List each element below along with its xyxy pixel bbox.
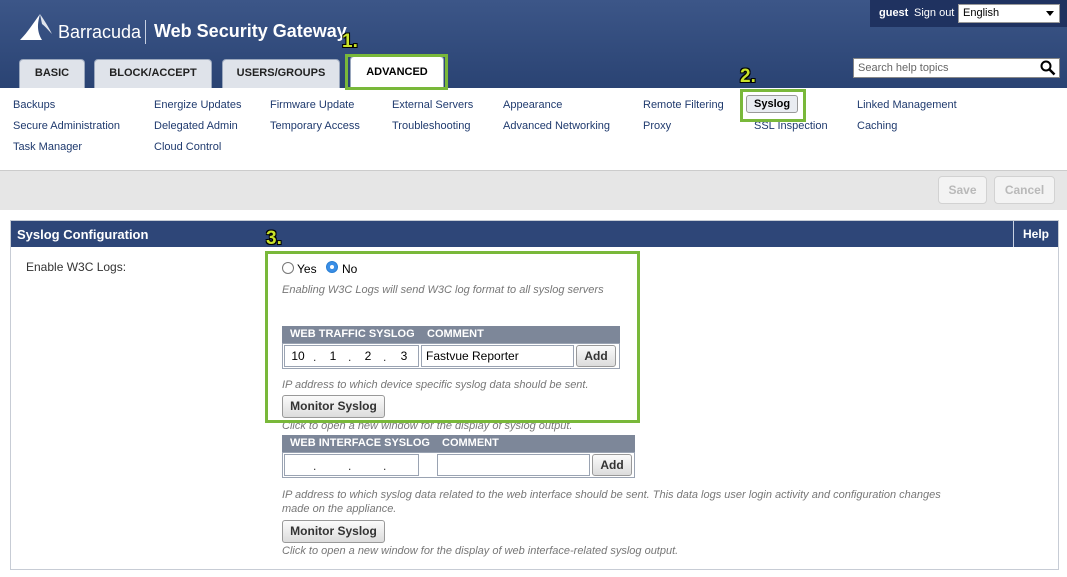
annotation-box-3 bbox=[265, 251, 640, 423]
interface-syslog-header: WEB INTERFACE SYSLOG COMMENT bbox=[282, 435, 635, 452]
ip-dot: . bbox=[313, 459, 317, 473]
nav-delegated-admin[interactable]: Delegated Admin bbox=[154, 120, 238, 132]
nav-proxy[interactable]: Proxy bbox=[643, 120, 671, 132]
panel-title: Syslog Configuration bbox=[17, 227, 149, 242]
help-divider bbox=[1013, 221, 1014, 247]
nav-cloud-control[interactable]: Cloud Control bbox=[154, 141, 221, 153]
tab-block-accept[interactable]: BLOCK/ACCEPT bbox=[94, 59, 212, 88]
brand-divider bbox=[145, 20, 146, 44]
search-icon[interactable] bbox=[1040, 60, 1056, 76]
nav-remote-filtering[interactable]: Remote Filtering bbox=[643, 99, 724, 111]
interface-ip-input[interactable]: . . . bbox=[284, 454, 419, 476]
annotation-number-2: 2. bbox=[740, 66, 756, 87]
nav-appearance[interactable]: Appearance bbox=[503, 99, 562, 111]
interface-ip-column: WEB INTERFACE SYSLOG bbox=[290, 437, 430, 449]
annotation-number-3: 3. bbox=[266, 228, 282, 249]
tab-basic[interactable]: BASIC bbox=[19, 59, 85, 88]
tab-users-groups[interactable]: USERS/GROUPS bbox=[222, 59, 340, 88]
help-link[interactable]: Help bbox=[1023, 227, 1049, 241]
user-bar: guest Sign out English bbox=[870, 0, 1067, 27]
nav-backups[interactable]: Backups bbox=[13, 99, 55, 111]
help-search-input[interactable]: Search help topics bbox=[853, 58, 1060, 78]
chevron-down-icon bbox=[1046, 11, 1054, 16]
tab-label: USERS/GROUPS bbox=[236, 67, 326, 79]
save-button[interactable]: Save bbox=[938, 176, 987, 204]
product-name: Web Security Gateway bbox=[154, 21, 347, 41]
panel-header: Syslog Configuration Help bbox=[11, 221, 1058, 247]
signout-link[interactable]: Sign out bbox=[914, 7, 954, 19]
enable-w3c-label: Enable W3C Logs: bbox=[26, 260, 127, 274]
tab-label: BASIC bbox=[34, 67, 70, 79]
nav-linked-management[interactable]: Linked Management bbox=[857, 99, 957, 111]
action-bar: Save Cancel bbox=[0, 170, 1067, 210]
monitor-interface-syslog-button[interactable]: Monitor Syslog bbox=[282, 520, 385, 543]
ip-dot: . bbox=[383, 459, 387, 473]
interface-add-button[interactable]: Add bbox=[592, 454, 632, 476]
barracuda-logo-icon bbox=[20, 14, 52, 40]
interface-comment-input[interactable] bbox=[437, 454, 590, 476]
ip-dot: . bbox=[348, 459, 352, 473]
user-name: guest bbox=[879, 7, 909, 19]
nav-firmware-update[interactable]: Firmware Update bbox=[270, 99, 354, 111]
tab-label: BLOCK/ACCEPT bbox=[109, 67, 197, 79]
app-header: Barracuda Web Security Gateway guest Sig… bbox=[0, 0, 1067, 88]
language-value: English bbox=[963, 7, 1000, 19]
nav-troubleshooting[interactable]: Troubleshooting bbox=[392, 120, 470, 132]
annotation-number-1: 1. bbox=[342, 31, 358, 52]
brand-name: Barracuda bbox=[58, 22, 142, 42]
nav-caching[interactable]: Caching bbox=[857, 120, 897, 132]
search-placeholder: Search help topics bbox=[858, 62, 949, 74]
cancel-button[interactable]: Cancel bbox=[994, 176, 1055, 204]
language-select[interactable]: English bbox=[958, 4, 1060, 23]
nav-task-manager[interactable]: Task Manager bbox=[13, 141, 82, 153]
sub-navigation: Backups Secure Administration Task Manag… bbox=[0, 88, 1067, 170]
monitor-interface-hint: Click to open a new window for the displ… bbox=[282, 545, 679, 557]
nav-secure-administration[interactable]: Secure Administration bbox=[13, 120, 120, 132]
nav-energize-updates[interactable]: Energize Updates bbox=[154, 99, 241, 111]
nav-advanced-networking[interactable]: Advanced Networking bbox=[503, 120, 610, 132]
nav-external-servers[interactable]: External Servers bbox=[392, 99, 473, 111]
annotation-box-2 bbox=[740, 89, 806, 122]
interface-ip-hint-cont: made on the appliance. bbox=[282, 503, 397, 515]
nav-temporary-access[interactable]: Temporary Access bbox=[270, 120, 360, 132]
interface-ip-hint: IP address to which syslog data related … bbox=[282, 489, 941, 501]
annotation-box-1 bbox=[345, 54, 448, 90]
interface-comment-column: COMMENT bbox=[442, 437, 499, 449]
